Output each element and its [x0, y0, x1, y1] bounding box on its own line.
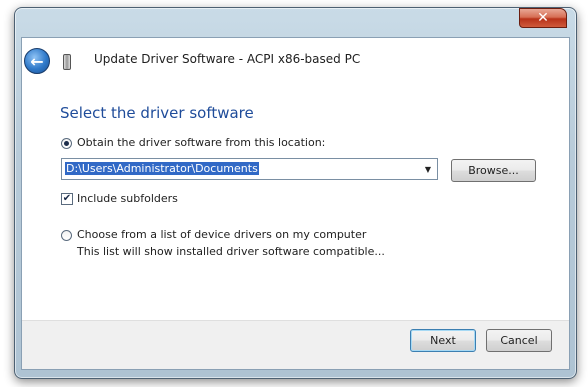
- close-button[interactable]: ✕: [519, 8, 567, 28]
- radio-choose-from-list-label[interactable]: Choose from a list of device drivers on …: [77, 228, 366, 241]
- path-value[interactable]: D:\Users\Administrator\Documents: [65, 162, 259, 175]
- back-arrow-icon: ←: [30, 51, 44, 71]
- cancel-button[interactable]: Cancel: [486, 329, 552, 352]
- device-icon: [63, 54, 71, 70]
- close-icon: ✕: [537, 10, 549, 26]
- page-heading: Select the driver software: [60, 104, 254, 122]
- chevron-down-icon[interactable]: ▼: [421, 161, 435, 177]
- back-button[interactable]: ←: [24, 48, 50, 74]
- include-subfolders-checkbox[interactable]: ✔: [61, 193, 73, 205]
- radio-choose-from-list[interactable]: [61, 230, 72, 241]
- path-combobox[interactable]: D:\Users\Administrator\Documents ▼: [61, 158, 438, 180]
- radio-obtain-from-location[interactable]: [61, 138, 72, 149]
- checkmark-icon: ✔: [62, 193, 72, 204]
- choose-from-list-description: This list will show installed driver sof…: [77, 245, 385, 258]
- browse-button[interactable]: Browse...: [451, 159, 536, 182]
- include-subfolders-label[interactable]: Include subfolders: [77, 192, 178, 205]
- window-title: Update Driver Software - ACPI x86-based …: [94, 52, 361, 66]
- next-button[interactable]: Next: [410, 329, 476, 352]
- radio-obtain-from-location-label[interactable]: Obtain the driver software from this loc…: [77, 136, 325, 149]
